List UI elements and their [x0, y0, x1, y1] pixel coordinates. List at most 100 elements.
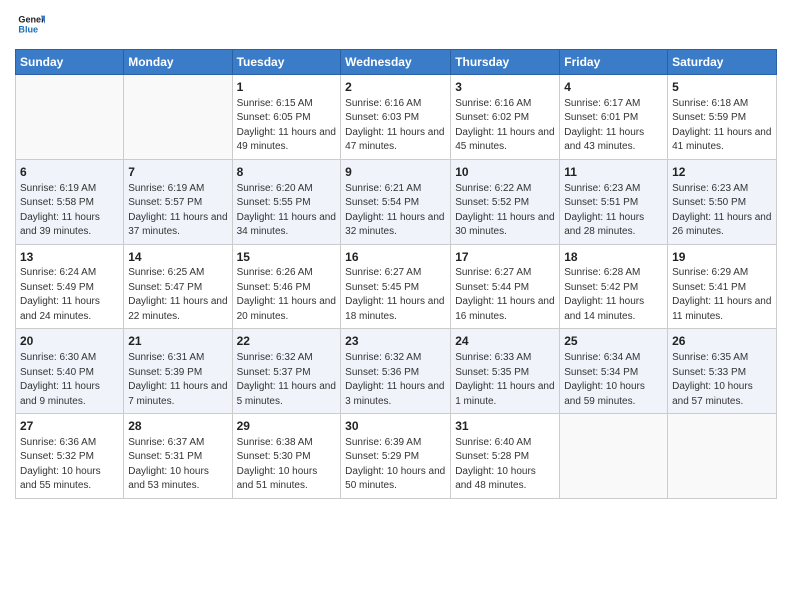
day-number: 23	[345, 333, 446, 350]
calendar-cell: 29Sunrise: 6:38 AM Sunset: 5:30 PM Dayli…	[232, 414, 341, 499]
day-info: Sunrise: 6:29 AM Sunset: 5:41 PM Dayligh…	[672, 266, 772, 324]
header: General Blue	[15, 10, 777, 43]
day-info: Sunrise: 6:38 AM Sunset: 5:30 PM Dayligh…	[237, 436, 337, 494]
calendar-week-row: 6Sunrise: 6:19 AM Sunset: 5:58 PM Daylig…	[16, 159, 777, 244]
day-info: Sunrise: 6:27 AM Sunset: 5:44 PM Dayligh…	[455, 266, 555, 324]
calendar-cell	[124, 75, 232, 160]
weekday-header-friday: Friday	[560, 50, 668, 75]
weekday-header-monday: Monday	[124, 50, 232, 75]
day-number: 28	[128, 418, 227, 435]
day-info: Sunrise: 6:21 AM Sunset: 5:54 PM Dayligh…	[345, 182, 446, 240]
weekday-header-wednesday: Wednesday	[341, 50, 451, 75]
calendar-cell: 13Sunrise: 6:24 AM Sunset: 5:49 PM Dayli…	[16, 244, 124, 329]
calendar-cell: 22Sunrise: 6:32 AM Sunset: 5:37 PM Dayli…	[232, 329, 341, 414]
day-number: 11	[564, 164, 663, 181]
day-number: 18	[564, 249, 663, 266]
day-info: Sunrise: 6:23 AM Sunset: 5:50 PM Dayligh…	[672, 182, 772, 240]
calendar-cell: 28Sunrise: 6:37 AM Sunset: 5:31 PM Dayli…	[124, 414, 232, 499]
calendar-cell: 26Sunrise: 6:35 AM Sunset: 5:33 PM Dayli…	[668, 329, 777, 414]
day-number: 22	[237, 333, 337, 350]
day-info: Sunrise: 6:25 AM Sunset: 5:47 PM Dayligh…	[128, 266, 227, 324]
logo: General Blue	[15, 10, 45, 43]
calendar-cell: 24Sunrise: 6:33 AM Sunset: 5:35 PM Dayli…	[451, 329, 560, 414]
day-number: 3	[455, 79, 555, 96]
day-number: 14	[128, 249, 227, 266]
weekday-header-row: SundayMondayTuesdayWednesdayThursdayFrid…	[16, 50, 777, 75]
day-number: 17	[455, 249, 555, 266]
day-info: Sunrise: 6:28 AM Sunset: 5:42 PM Dayligh…	[564, 266, 663, 324]
day-info: Sunrise: 6:23 AM Sunset: 5:51 PM Dayligh…	[564, 182, 663, 240]
day-number: 25	[564, 333, 663, 350]
day-number: 20	[20, 333, 119, 350]
day-number: 4	[564, 79, 663, 96]
day-info: Sunrise: 6:22 AM Sunset: 5:52 PM Dayligh…	[455, 182, 555, 240]
day-info: Sunrise: 6:35 AM Sunset: 5:33 PM Dayligh…	[672, 351, 772, 409]
calendar-cell: 27Sunrise: 6:36 AM Sunset: 5:32 PM Dayli…	[16, 414, 124, 499]
day-number: 24	[455, 333, 555, 350]
svg-text:General: General	[18, 15, 45, 25]
day-info: Sunrise: 6:37 AM Sunset: 5:31 PM Dayligh…	[128, 436, 227, 494]
calendar-cell: 31Sunrise: 6:40 AM Sunset: 5:28 PM Dayli…	[451, 414, 560, 499]
day-info: Sunrise: 6:34 AM Sunset: 5:34 PM Dayligh…	[564, 351, 663, 409]
day-number: 21	[128, 333, 227, 350]
calendar-cell: 10Sunrise: 6:22 AM Sunset: 5:52 PM Dayli…	[451, 159, 560, 244]
day-number: 5	[672, 79, 772, 96]
day-info: Sunrise: 6:31 AM Sunset: 5:39 PM Dayligh…	[128, 351, 227, 409]
day-info: Sunrise: 6:32 AM Sunset: 5:36 PM Dayligh…	[345, 351, 446, 409]
calendar-cell: 12Sunrise: 6:23 AM Sunset: 5:50 PM Dayli…	[668, 159, 777, 244]
calendar-table: SundayMondayTuesdayWednesdayThursdayFrid…	[15, 49, 777, 499]
calendar-cell: 5Sunrise: 6:18 AM Sunset: 5:59 PM Daylig…	[668, 75, 777, 160]
main-container: General Blue SundayMondayTuesdayWednesda…	[0, 0, 792, 504]
day-number: 29	[237, 418, 337, 435]
day-number: 2	[345, 79, 446, 96]
calendar-cell: 1Sunrise: 6:15 AM Sunset: 6:05 PM Daylig…	[232, 75, 341, 160]
calendar-cell: 17Sunrise: 6:27 AM Sunset: 5:44 PM Dayli…	[451, 244, 560, 329]
svg-text:Blue: Blue	[18, 24, 38, 34]
calendar-week-row: 27Sunrise: 6:36 AM Sunset: 5:32 PM Dayli…	[16, 414, 777, 499]
day-info: Sunrise: 6:16 AM Sunset: 6:02 PM Dayligh…	[455, 97, 555, 155]
day-info: Sunrise: 6:27 AM Sunset: 5:45 PM Dayligh…	[345, 266, 446, 324]
calendar-cell: 14Sunrise: 6:25 AM Sunset: 5:47 PM Dayli…	[124, 244, 232, 329]
calendar-cell	[560, 414, 668, 499]
calendar-cell: 21Sunrise: 6:31 AM Sunset: 5:39 PM Dayli…	[124, 329, 232, 414]
calendar-cell: 3Sunrise: 6:16 AM Sunset: 6:02 PM Daylig…	[451, 75, 560, 160]
day-number: 10	[455, 164, 555, 181]
calendar-week-row: 1Sunrise: 6:15 AM Sunset: 6:05 PM Daylig…	[16, 75, 777, 160]
day-number: 6	[20, 164, 119, 181]
day-info: Sunrise: 6:15 AM Sunset: 6:05 PM Dayligh…	[237, 97, 337, 155]
calendar-cell: 2Sunrise: 6:16 AM Sunset: 6:03 PM Daylig…	[341, 75, 451, 160]
calendar-week-row: 13Sunrise: 6:24 AM Sunset: 5:49 PM Dayli…	[16, 244, 777, 329]
calendar-cell	[16, 75, 124, 160]
weekday-header-sunday: Sunday	[16, 50, 124, 75]
day-number: 13	[20, 249, 119, 266]
weekday-header-tuesday: Tuesday	[232, 50, 341, 75]
calendar-cell: 23Sunrise: 6:32 AM Sunset: 5:36 PM Dayli…	[341, 329, 451, 414]
day-info: Sunrise: 6:40 AM Sunset: 5:28 PM Dayligh…	[455, 436, 555, 494]
calendar-cell: 25Sunrise: 6:34 AM Sunset: 5:34 PM Dayli…	[560, 329, 668, 414]
day-info: Sunrise: 6:36 AM Sunset: 5:32 PM Dayligh…	[20, 436, 119, 494]
day-info: Sunrise: 6:24 AM Sunset: 5:49 PM Dayligh…	[20, 266, 119, 324]
day-number: 19	[672, 249, 772, 266]
day-info: Sunrise: 6:30 AM Sunset: 5:40 PM Dayligh…	[20, 351, 119, 409]
calendar-cell: 15Sunrise: 6:26 AM Sunset: 5:46 PM Dayli…	[232, 244, 341, 329]
weekday-header-saturday: Saturday	[668, 50, 777, 75]
calendar-cell: 20Sunrise: 6:30 AM Sunset: 5:40 PM Dayli…	[16, 329, 124, 414]
day-number: 8	[237, 164, 337, 181]
day-number: 9	[345, 164, 446, 181]
day-info: Sunrise: 6:32 AM Sunset: 5:37 PM Dayligh…	[237, 351, 337, 409]
day-number: 26	[672, 333, 772, 350]
calendar-week-row: 20Sunrise: 6:30 AM Sunset: 5:40 PM Dayli…	[16, 329, 777, 414]
day-info: Sunrise: 6:20 AM Sunset: 5:55 PM Dayligh…	[237, 182, 337, 240]
day-number: 16	[345, 249, 446, 266]
day-number: 30	[345, 418, 446, 435]
day-number: 7	[128, 164, 227, 181]
calendar-cell: 4Sunrise: 6:17 AM Sunset: 6:01 PM Daylig…	[560, 75, 668, 160]
day-info: Sunrise: 6:19 AM Sunset: 5:58 PM Dayligh…	[20, 182, 119, 240]
day-number: 15	[237, 249, 337, 266]
calendar-cell: 8Sunrise: 6:20 AM Sunset: 5:55 PM Daylig…	[232, 159, 341, 244]
day-info: Sunrise: 6:18 AM Sunset: 5:59 PM Dayligh…	[672, 97, 772, 155]
day-info: Sunrise: 6:17 AM Sunset: 6:01 PM Dayligh…	[564, 97, 663, 155]
day-info: Sunrise: 6:39 AM Sunset: 5:29 PM Dayligh…	[345, 436, 446, 494]
calendar-cell: 16Sunrise: 6:27 AM Sunset: 5:45 PM Dayli…	[341, 244, 451, 329]
day-number: 27	[20, 418, 119, 435]
